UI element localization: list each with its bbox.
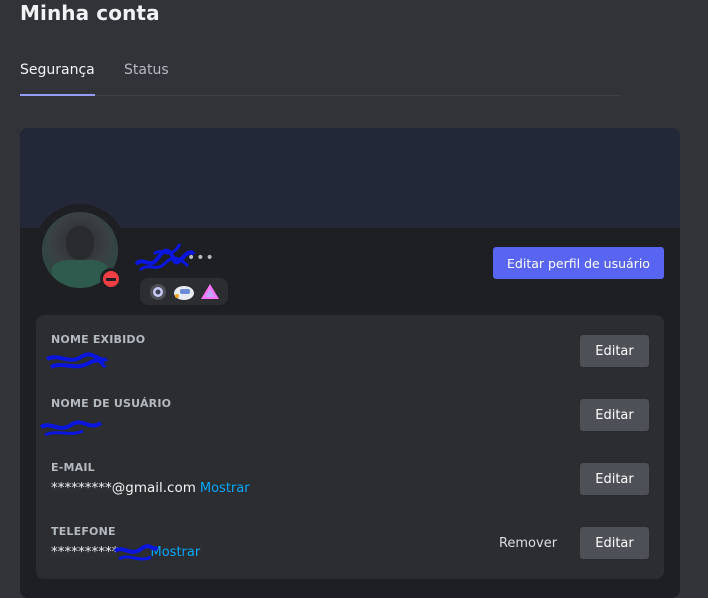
email-row: E-MAIL *********@gmail.com Mostrar Editar	[51, 461, 649, 511]
more-options-icon[interactable]: •••	[187, 250, 215, 266]
status-indicator	[103, 271, 119, 287]
profile-banner	[20, 128, 680, 228]
edit-username-button[interactable]: Editar	[580, 399, 649, 431]
page-title: Minha conta	[20, 1, 160, 25]
display-name-row: NOME EXIBIDO Editar	[46, 333, 649, 383]
remove-phone-button[interactable]: Remover	[489, 527, 567, 559]
hypesquad-badge-icon[interactable]	[148, 282, 168, 302]
tab-status[interactable]: Status	[124, 62, 169, 96]
user-profile-card: ••• Editar perfil de usuário NOME EXIBID…	[20, 128, 680, 598]
phone-row: TELEFONE ********** Mostrar Remover Edita…	[51, 525, 649, 575]
email-label: E-MAIL	[51, 461, 95, 474]
quest-badge-icon[interactable]	[172, 282, 196, 302]
edit-display-name-button[interactable]: Editar	[580, 335, 649, 367]
redacted-display-name-scribble	[46, 352, 108, 369]
email-value: *********@gmail.com	[51, 480, 196, 496]
tab-seguranca[interactable]: Segurança	[20, 62, 95, 96]
display-name-label: NOME EXIBIDO	[51, 333, 146, 346]
edit-phone-button[interactable]: Editar	[580, 527, 649, 559]
badge-list	[140, 278, 228, 305]
redacted-username-field-scribble	[39, 420, 103, 437]
phone-label: TELEFONE	[51, 525, 116, 538]
avatar-shirt	[52, 260, 108, 288]
edit-email-button[interactable]: Editar	[580, 463, 649, 495]
phone-value: **********	[51, 544, 119, 560]
email-value-line: *********@gmail.com Mostrar	[51, 480, 250, 496]
redacted-phone-scribble	[113, 544, 159, 561]
avatar-face	[66, 226, 94, 260]
edit-profile-button[interactable]: Editar perfil de usuário	[493, 247, 664, 279]
avatar-frame	[34, 204, 126, 296]
username-label: NOME DE USUÁRIO	[51, 397, 172, 410]
username-row: NOME DE USUÁRIO Editar	[39, 397, 649, 447]
account-info-box: NOME EXIBIDO Editar NOME DE USUÁRIO Edit…	[36, 315, 664, 579]
show-email-link[interactable]: Mostrar	[200, 481, 250, 496]
nitro-boost-badge-icon[interactable]	[200, 282, 220, 302]
tab-bar: Segurança Status	[20, 58, 620, 96]
dnd-status-icon	[100, 268, 122, 290]
